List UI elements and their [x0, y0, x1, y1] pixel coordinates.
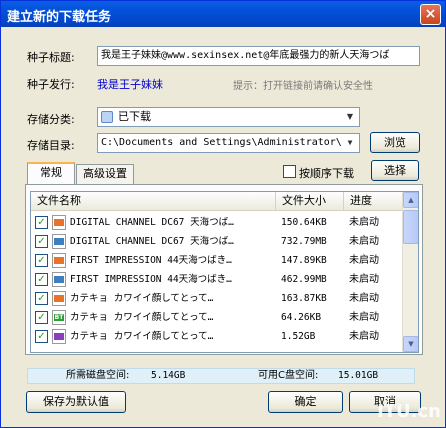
directory-value: C:\Documents and Settings\Administrator\	[101, 137, 342, 148]
file-progress: 未启动	[349, 331, 379, 342]
c-free-value: 15.01GB	[338, 370, 379, 381]
file-size: 64.26KB	[281, 312, 322, 323]
file-name: カテキョ カワイイ顔してとって…	[70, 293, 214, 304]
tab-general-label: 常规	[40, 166, 62, 179]
file-list[interactable]: 文件名称 文件大小 进度 ✓ DIGITAL CHANNEL DC67 天海つば……	[30, 191, 419, 353]
folder-icon	[101, 111, 113, 123]
security-hint: 提示：打开链接前请确认安全性	[233, 81, 373, 92]
bt-file-icon: BT	[52, 310, 66, 325]
file-tag: BT	[54, 314, 64, 321]
browse-button[interactable]: 浏览	[370, 132, 420, 153]
file-checkbox[interactable]: ✓	[35, 216, 48, 229]
file-list-header: 文件名称 文件大小 进度	[31, 192, 403, 211]
table-row[interactable]: ✓ DIGITAL CHANNEL DC67 天海つば… 732.79MB 未启动	[31, 232, 403, 251]
scroll-up-icon[interactable]: ▲	[403, 192, 418, 208]
watermark: ITU.cn	[377, 401, 441, 422]
seed-publisher-label: 种子发行:	[27, 78, 75, 91]
sequential-download-checkbox[interactable]	[283, 165, 296, 178]
file-progress: 未启动	[349, 312, 379, 323]
vertical-scrollbar[interactable]: ▲ ▼	[402, 192, 418, 352]
table-row[interactable]: ✓ DIGITAL CHANNEL DC67 天海つば… 150.64KB 未启动	[31, 213, 403, 232]
video-file-icon	[52, 234, 66, 249]
file-name: FIRST IMPRESSION 44天海つばき…	[70, 255, 232, 266]
tab-general[interactable]: 常规	[27, 162, 75, 184]
column-filename[interactable]: 文件名称	[31, 192, 276, 211]
category-value: 已下载	[118, 110, 151, 123]
file-name: カテキョ カワイイ顔してとって…	[70, 312, 214, 323]
chevron-down-icon[interactable]: ▼	[342, 135, 358, 151]
file-progress: 未启动	[349, 217, 379, 228]
sequential-download-label: 按顺序下载	[299, 167, 354, 180]
scroll-down-icon[interactable]: ▼	[403, 336, 418, 352]
table-row[interactable]: ✓ カテキョ カワイイ顔してとって… 1.52GB 未启动	[31, 327, 403, 346]
file-checkbox[interactable]: ✓	[35, 273, 48, 286]
disk-space-status: 所需磁盘空间: 5.14GB 可用C盘空间: 15.01GB	[27, 368, 415, 384]
new-download-dialog: 建立新的下载任务 × 种子标题: 我是王子妹妹@www.sexinsex.net…	[0, 0, 446, 428]
table-row[interactable]: ✓ カテキョ カワイイ顔してとって… 163.87KB 未启动	[31, 289, 403, 308]
save-default-button[interactable]: 保存为默认值	[26, 391, 126, 413]
window-title: 建立新的下载任务	[7, 10, 112, 25]
seed-publisher-link[interactable]: 我是王子妹妹	[97, 76, 163, 92]
c-free-label: 可用C盘空间:	[258, 370, 319, 381]
file-tag	[54, 238, 64, 245]
table-row[interactable]: ✓ FIRST IMPRESSION 44天海つばき… 462.99MB 未启动	[31, 270, 403, 289]
table-row[interactable]: ✓ BT カテキョ カワイイ顔してとって… 64.26KB 未启动	[31, 308, 403, 327]
file-tag	[54, 257, 64, 264]
file-size: 732.79MB	[281, 236, 327, 247]
close-button[interactable]: ×	[420, 4, 441, 25]
ok-button[interactable]: 确定	[268, 391, 343, 413]
file-size: 163.87KB	[281, 293, 327, 304]
column-filesize[interactable]: 文件大小	[276, 192, 344, 211]
seed-title-label: 种子标题:	[27, 51, 75, 64]
directory-combo[interactable]: C:\Documents and Settings\Administrator\…	[97, 133, 360, 153]
seed-title-field[interactable]: 我是王子妹妹@www.sexinsex.net@年底最强力的新人天海つば	[97, 46, 420, 66]
video-file-icon	[52, 272, 66, 287]
file-progress: 未启动	[349, 255, 379, 266]
file-progress: 未启动	[349, 236, 379, 247]
file-tag	[54, 219, 64, 226]
file-tag	[54, 333, 64, 340]
chevron-down-icon[interactable]: ▼	[342, 109, 358, 125]
file-size: 150.64KB	[281, 217, 327, 228]
file-name: DIGITAL CHANNEL DC67 天海つば…	[70, 236, 234, 247]
image-file-icon	[52, 291, 66, 306]
scroll-thumb[interactable]	[403, 210, 418, 244]
tab-advanced-label: 高级设置	[83, 167, 127, 180]
file-checkbox[interactable]: ✓	[35, 235, 48, 248]
general-tab-panel: 文件名称 文件大小 进度 ✓ DIGITAL CHANNEL DC67 天海つば……	[25, 184, 423, 355]
file-progress: 未启动	[349, 274, 379, 285]
file-name: カテキョ カワイイ顔してとって…	[70, 331, 214, 342]
column-progress[interactable]: 进度	[344, 192, 403, 211]
tab-advanced[interactable]: 高级设置	[76, 164, 134, 184]
directory-label: 存储目录:	[27, 139, 75, 152]
file-size: 147.89KB	[281, 255, 327, 266]
file-size: 1.52GB	[281, 331, 316, 342]
video-file-icon	[52, 329, 66, 344]
file-checkbox[interactable]: ✓	[35, 330, 48, 343]
category-combo[interactable]: 已下载 ▼	[97, 107, 360, 127]
image-file-icon	[52, 253, 66, 268]
title-bar[interactable]: 建立新的下载任务 ×	[1, 1, 445, 27]
category-label: 存储分类:	[27, 113, 75, 126]
image-file-icon	[52, 215, 66, 230]
file-checkbox[interactable]: ✓	[35, 311, 48, 324]
file-name: DIGITAL CHANNEL DC67 天海つば…	[70, 217, 234, 228]
table-row[interactable]: ✓ FIRST IMPRESSION 44天海つばき… 147.89KB 未启动	[31, 251, 403, 270]
file-tag	[54, 295, 64, 302]
disk-needed-value: 5.14GB	[151, 370, 186, 381]
file-tag	[54, 276, 64, 283]
file-checkbox[interactable]: ✓	[35, 254, 48, 267]
file-size: 462.99MB	[281, 274, 327, 285]
select-button[interactable]: 选择	[371, 160, 419, 181]
disk-needed-label: 所需磁盘空间:	[66, 370, 130, 381]
file-name: FIRST IMPRESSION 44天海つばき…	[70, 274, 232, 285]
file-progress: 未启动	[349, 293, 379, 304]
file-checkbox[interactable]: ✓	[35, 292, 48, 305]
